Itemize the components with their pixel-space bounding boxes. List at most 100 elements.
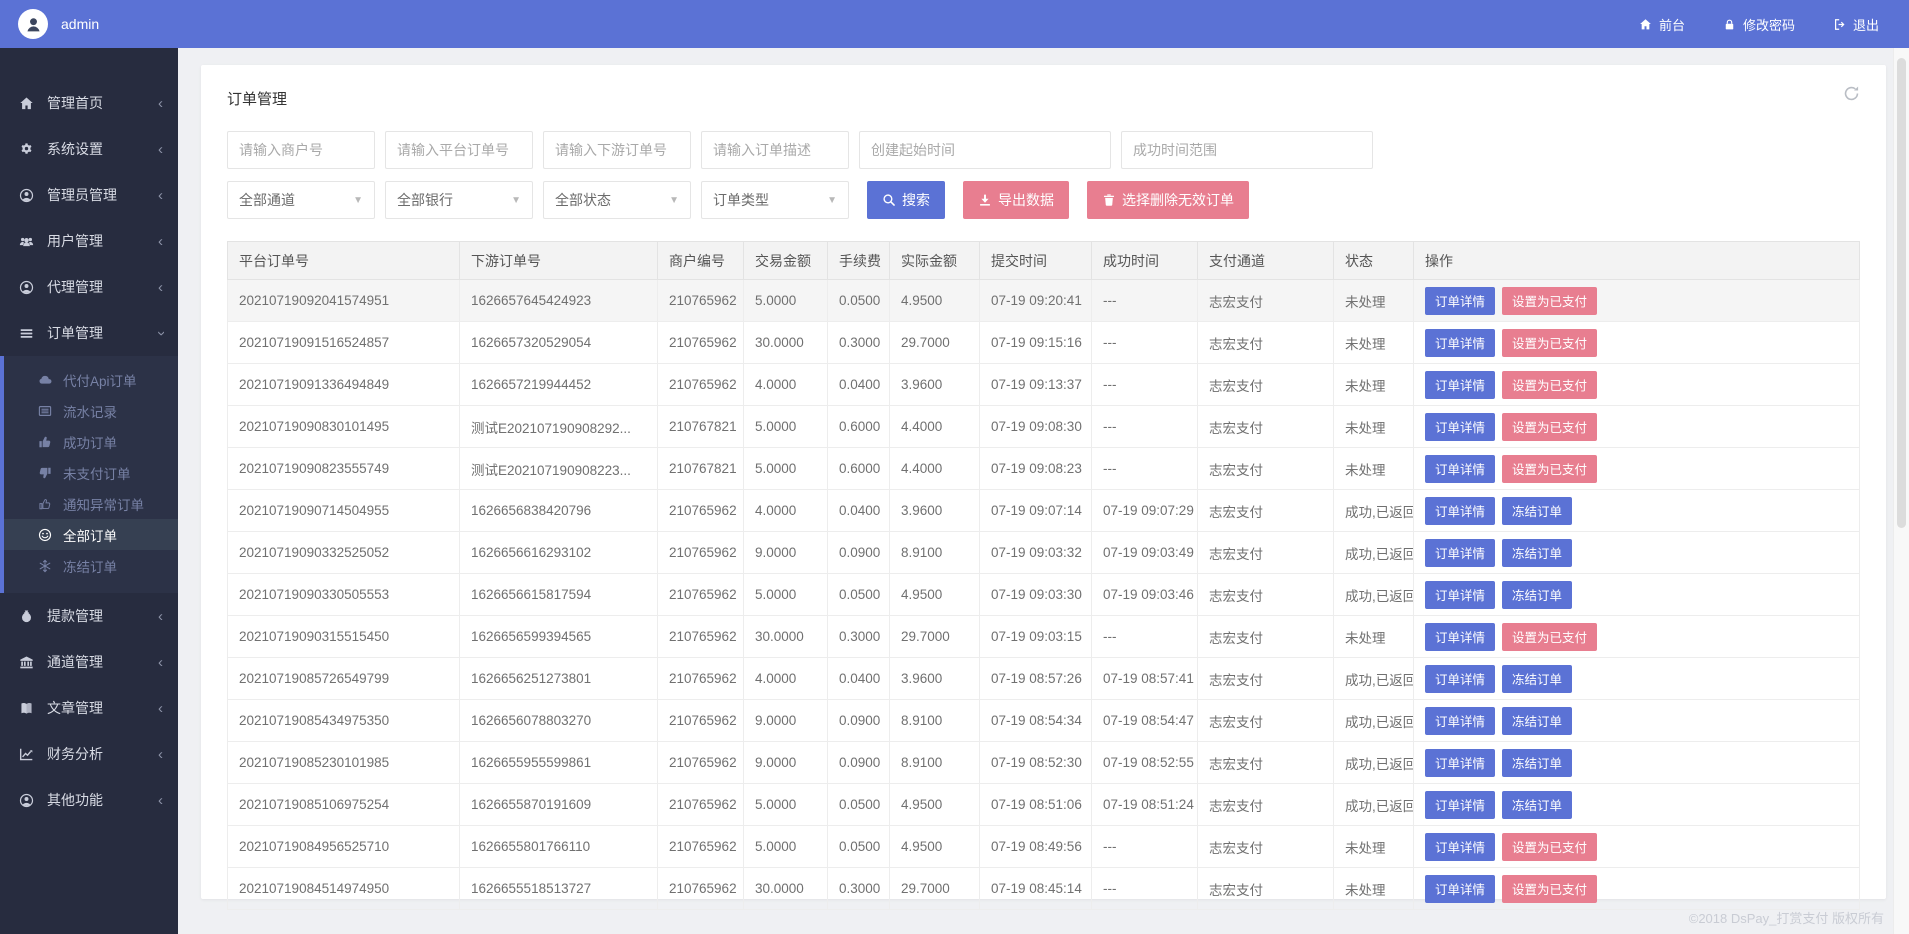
downstream-order-input[interactable] xyxy=(543,131,691,169)
cell-pay-channel: 志宏支付 xyxy=(1198,658,1334,700)
set-paid-button[interactable]: 设置为已支付 xyxy=(1502,875,1597,903)
cell-fee: 0.0500 xyxy=(828,784,890,826)
avatar[interactable] xyxy=(18,9,48,39)
order-detail-button[interactable]: 订单详情 xyxy=(1425,455,1495,483)
success-time-input[interactable] xyxy=(1121,131,1373,169)
order-detail-button[interactable]: 订单详情 xyxy=(1425,371,1495,399)
sidebar-subitem-flow-records[interactable]: 流水记录 xyxy=(4,395,178,426)
bank-icon xyxy=(19,655,34,670)
cell-actions: 订单详情冻结订单 xyxy=(1414,574,1860,616)
freeze-order-button[interactable]: 冻结订单 xyxy=(1502,707,1572,735)
lock-icon xyxy=(1723,18,1736,31)
set-paid-button[interactable]: 设置为已支付 xyxy=(1502,623,1597,651)
order-detail-button[interactable]: 订单详情 xyxy=(1425,665,1495,693)
cell-downstream-order-no: 1626657219944452 xyxy=(460,364,658,406)
sidebar-subitem-all-orders[interactable]: 全部订单 xyxy=(4,519,178,550)
freeze-order-button[interactable]: 冻结订单 xyxy=(1502,749,1572,777)
sidebar-item-finance[interactable]: 财务分析‹ xyxy=(0,731,178,777)
set-paid-button[interactable]: 设置为已支付 xyxy=(1502,329,1597,357)
order-detail-button[interactable]: 订单详情 xyxy=(1425,791,1495,819)
create-time-input[interactable] xyxy=(859,131,1111,169)
cell-actions: 订单详情设置为已支付 xyxy=(1414,322,1860,364)
freeze-order-button[interactable]: 冻结订单 xyxy=(1502,581,1572,609)
cell-submit-time: 07-19 09:03:15 xyxy=(980,616,1092,658)
sidebar-item-withdraw[interactable]: 提款管理‹ xyxy=(0,593,178,639)
topbar-link-logout[interactable]: 退出 xyxy=(1833,15,1879,34)
freeze-order-button[interactable]: 冻结订单 xyxy=(1502,539,1572,567)
cell-merchant-no: 210765962 xyxy=(658,532,744,574)
order-detail-button[interactable]: 订单详情 xyxy=(1425,749,1495,777)
order-type-select[interactable]: 订单类型▼ xyxy=(701,181,849,219)
sidebar-item-agents[interactable]: 代理管理‹ xyxy=(0,264,178,310)
cell-actual-amount: 3.9600 xyxy=(890,364,980,406)
scrollbar-thumb[interactable] xyxy=(1897,58,1906,528)
sidebar-item-articles[interactable]: 文章管理‹ xyxy=(0,685,178,731)
sidebar-subitem-unpaid-orders[interactable]: 未支付订单 xyxy=(4,457,178,488)
cell-pay-channel: 志宏支付 xyxy=(1198,322,1334,364)
sidebar-item-admins[interactable]: 管理员管理‹ xyxy=(0,172,178,218)
sidebar-subitem-api-orders[interactable]: 代付Api订单 xyxy=(4,364,178,395)
cell-amount: 5.0000 xyxy=(744,784,828,826)
cell-platform-order-no: 20210719090830101495 xyxy=(228,406,460,448)
order-detail-button[interactable]: 订单详情 xyxy=(1425,623,1495,651)
sidebar: 管理首页‹系统设置‹管理员管理‹用户管理‹代理管理‹订单管理‹代付Api订单流水… xyxy=(0,48,178,934)
sidebar-subitem-frozen-orders[interactable]: 冻结订单 xyxy=(4,550,178,581)
freeze-order-button[interactable]: 冻结订单 xyxy=(1502,665,1572,693)
set-paid-button[interactable]: 设置为已支付 xyxy=(1502,413,1597,441)
sidebar-item-channels[interactable]: 通道管理‹ xyxy=(0,639,178,685)
merchant-no-input[interactable] xyxy=(227,131,375,169)
freeze-order-button[interactable]: 冻结订单 xyxy=(1502,791,1572,819)
order-detail-button[interactable]: 订单详情 xyxy=(1425,413,1495,441)
topbar-link-front[interactable]: 前台 xyxy=(1639,15,1685,34)
column-header: 状态 xyxy=(1334,242,1414,280)
order-detail-button[interactable]: 订单详情 xyxy=(1425,329,1495,357)
cell-merchant-no: 210765962 xyxy=(658,868,744,910)
page-title: 订单管理 xyxy=(227,88,1860,109)
sidebar-item-home[interactable]: 管理首页‹ xyxy=(0,80,178,126)
refresh-button[interactable] xyxy=(1843,85,1860,107)
cell-status: 未处理 xyxy=(1334,364,1414,406)
status-select[interactable]: 全部状态▼ xyxy=(543,181,691,219)
order-desc-input[interactable] xyxy=(701,131,849,169)
sidebar-item-system[interactable]: 系统设置‹ xyxy=(0,126,178,172)
table-row: 2021071908523010198516266559555998612107… xyxy=(228,742,1860,784)
order-detail-button[interactable]: 订单详情 xyxy=(1425,707,1495,735)
set-paid-button[interactable]: 设置为已支付 xyxy=(1502,287,1597,315)
sidebar-item-users[interactable]: 用户管理‹ xyxy=(0,218,178,264)
sidebar-item-other[interactable]: 其他功能‹ xyxy=(0,777,178,823)
sidebar-item-label: 管理员管理 xyxy=(47,185,117,205)
order-detail-button[interactable]: 订单详情 xyxy=(1425,497,1495,525)
search-button[interactable]: 搜索 xyxy=(867,181,945,219)
cell-pay-channel: 志宏支付 xyxy=(1198,448,1334,490)
set-paid-button[interactable]: 设置为已支付 xyxy=(1502,833,1597,861)
order-detail-button[interactable]: 订单详情 xyxy=(1425,875,1495,903)
sidebar-item-orders[interactable]: 订单管理‹ xyxy=(0,310,178,356)
freeze-order-button[interactable]: 冻结订单 xyxy=(1502,497,1572,525)
order-detail-button[interactable]: 订单详情 xyxy=(1425,539,1495,567)
cell-merchant-no: 210765962 xyxy=(658,490,744,532)
platform-order-input[interactable] xyxy=(385,131,533,169)
order-detail-button[interactable]: 订单详情 xyxy=(1425,287,1495,315)
cell-submit-time: 07-19 08:51:06 xyxy=(980,784,1092,826)
sidebar-subitem-notify-error-orders[interactable]: 通知异常订单 xyxy=(4,488,178,519)
set-paid-button[interactable]: 设置为已支付 xyxy=(1502,455,1597,483)
cell-actions: 订单详情设置为已支付 xyxy=(1414,868,1860,910)
cell-actions: 订单详情设置为已支付 xyxy=(1414,406,1860,448)
channel-select[interactable]: 全部通道▼ xyxy=(227,181,375,219)
cell-actual-amount: 4.9500 xyxy=(890,280,980,322)
sidebar-subitem-success-orders[interactable]: 成功订单 xyxy=(4,426,178,457)
order-detail-button[interactable]: 订单详情 xyxy=(1425,833,1495,861)
chevron-left-icon: ‹ xyxy=(158,793,163,808)
page-scrollbar[interactable] xyxy=(1893,48,1909,934)
set-paid-button[interactable]: 设置为已支付 xyxy=(1502,371,1597,399)
cell-platform-order-no: 20210719090823555749 xyxy=(228,448,460,490)
export-button[interactable]: 导出数据 xyxy=(963,181,1069,219)
order-detail-button[interactable]: 订单详情 xyxy=(1425,581,1495,609)
cell-status: 成功,已返回 xyxy=(1334,532,1414,574)
delete-invalid-orders-button[interactable]: 选择删除无效订单 xyxy=(1087,181,1249,219)
cell-fee: 0.0900 xyxy=(828,742,890,784)
cell-pay-channel: 志宏支付 xyxy=(1198,532,1334,574)
topbar-link-password[interactable]: 修改密码 xyxy=(1723,15,1795,34)
bank-select[interactable]: 全部银行▼ xyxy=(385,181,533,219)
cell-merchant-no: 210765962 xyxy=(658,322,744,364)
